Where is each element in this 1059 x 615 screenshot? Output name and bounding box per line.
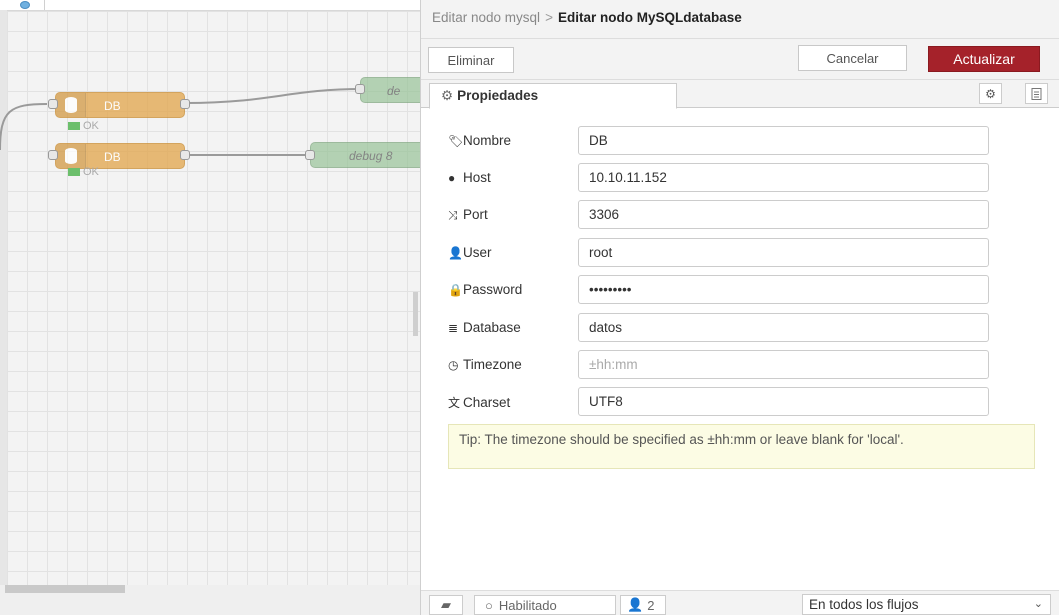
port-input[interactable] (578, 200, 989, 229)
form-row-user: 👤User (448, 238, 1008, 267)
panel-footer: ▰ ○ Habilitado 👤 2 En todos los flujos ⌄ (421, 590, 1059, 615)
status-text: OK (83, 166, 99, 178)
debug-node-label: debug 8 (349, 149, 393, 163)
panel-tabs: ⚙ Propiedades ⚙ (421, 80, 1059, 109)
node-label: DB (104, 99, 121, 113)
debug-node-2[interactable]: debug 8 (310, 142, 420, 168)
user-label: 👤User (448, 245, 492, 260)
form-row-charset: 文 Charset (448, 387, 1008, 416)
charset-input[interactable] (578, 387, 989, 416)
horizontal-scrollbar[interactable] (0, 585, 420, 615)
globe-icon: ● (448, 171, 456, 185)
users-count-button[interactable]: 👤 2 (620, 595, 666, 615)
users-count: 2 (647, 597, 655, 613)
debug-node-1[interactable]: de (360, 77, 420, 103)
form-row-name: 🏷Nombre (448, 126, 1008, 155)
password-input[interactable] (578, 275, 989, 304)
input-port[interactable] (48, 99, 58, 109)
node-icon-box (56, 144, 86, 168)
timezone-label: ◷ Timezone (448, 357, 522, 372)
database-icon (65, 97, 77, 113)
panel-header: Editar nodo mysql > Editar nodo MySQLdatab… (421, 0, 1059, 39)
update-button[interactable]: Actualizar (928, 46, 1040, 72)
breadcrumb: Editar nodo mysql > Editar nodo MySQLdatab… (432, 10, 742, 25)
description-tab-button[interactable] (1025, 83, 1048, 104)
scope-select[interactable]: En todos los flujos ⌄ (802, 594, 1051, 615)
book-icon: ▰ (441, 597, 451, 612)
circle-icon: ○ (485, 597, 493, 613)
input-port[interactable] (355, 84, 365, 94)
form-row-host: ● Host (448, 163, 1008, 192)
input-port[interactable] (305, 150, 315, 160)
form-row-port: ⤨ Port (448, 200, 1008, 229)
chevron-down-icon: ⌄ (1033, 598, 1043, 610)
scope-select-value: En todos los flujos (809, 597, 919, 612)
user-icon: 👤 (627, 597, 644, 612)
database-icon: ≣ (448, 321, 459, 335)
node-status: OK (68, 166, 99, 178)
database-label: ≣ Database (448, 320, 521, 335)
status-text: OK (83, 120, 99, 132)
output-port[interactable] (180, 99, 190, 109)
database-input[interactable] (578, 313, 989, 342)
wire-in (0, 103, 48, 151)
status-square-icon (68, 122, 80, 131)
port-label: ⤨ Port (448, 207, 488, 222)
flow-canvas[interactable]: DB OK DB OK de debug 8 (0, 0, 420, 615)
panel-toolbar: Eliminar Cancelar Actualizar (421, 39, 1059, 80)
gear-icon: ⚙ (985, 86, 996, 101)
gear-icon: ⚙ (441, 88, 454, 103)
language-icon: 文 (448, 396, 461, 410)
settings-tab-button[interactable]: ⚙ (979, 83, 1002, 104)
node-icon-box (56, 93, 86, 117)
name-input[interactable] (578, 126, 989, 155)
lock-icon: 🔒 (448, 283, 463, 297)
tab-properties-label: Propiedades (457, 88, 539, 103)
node-help-button[interactable]: ▰ (429, 595, 463, 615)
debug-node-label: de (387, 84, 401, 98)
breadcrumb-current: Editar nodo MySQLdatabase (557, 10, 742, 25)
user-input[interactable] (578, 238, 989, 267)
tag-icon: 🏷 (448, 134, 464, 148)
breadcrumb-separator: > (545, 10, 553, 25)
scrollbar-thumb[interactable] (5, 585, 125, 593)
node-label: DB (104, 150, 121, 164)
status-square-icon (68, 168, 80, 177)
output-port[interactable] (180, 150, 190, 160)
form-row-password: 🔒Password (448, 275, 1008, 304)
charset-label: 文 Charset (448, 395, 511, 410)
user-icon: 👤 (448, 246, 463, 260)
host-label: ● Host (448, 170, 491, 185)
cancel-button[interactable]: Cancelar (798, 45, 907, 71)
panel-resize-handle[interactable] (413, 292, 418, 336)
timezone-tip: Tip: The timezone should be specified as… (448, 424, 1035, 469)
enabled-toggle[interactable]: ○ Habilitado (474, 595, 616, 615)
delete-button[interactable]: Eliminar (428, 47, 514, 73)
input-port[interactable] (48, 150, 58, 160)
file-text-icon (1031, 87, 1042, 100)
host-input[interactable] (578, 163, 989, 192)
edit-node-panel: Editar nodo mysql > Editar nodo MySQLdatab… (420, 0, 1059, 615)
node-status: OK (68, 120, 99, 132)
breadcrumb-parent[interactable]: Editar nodo mysql (432, 10, 540, 25)
clock-icon: ◷ (448, 358, 459, 372)
form-row-database: ≣ Database (448, 313, 1008, 342)
password-label: 🔒Password (448, 282, 523, 297)
random-icon: ⤨ (448, 208, 458, 222)
form-row-timezone: ◷ Timezone (448, 350, 1008, 379)
name-label: 🏷Nombre (448, 133, 512, 148)
enabled-label: Habilitado (498, 597, 557, 613)
tab-properties[interactable]: ⚙ Propiedades (429, 83, 677, 109)
database-icon (65, 148, 77, 164)
mysql-node-1[interactable]: DB (55, 92, 185, 118)
timezone-input[interactable] (578, 350, 989, 379)
wire-db1-debug (185, 88, 363, 104)
